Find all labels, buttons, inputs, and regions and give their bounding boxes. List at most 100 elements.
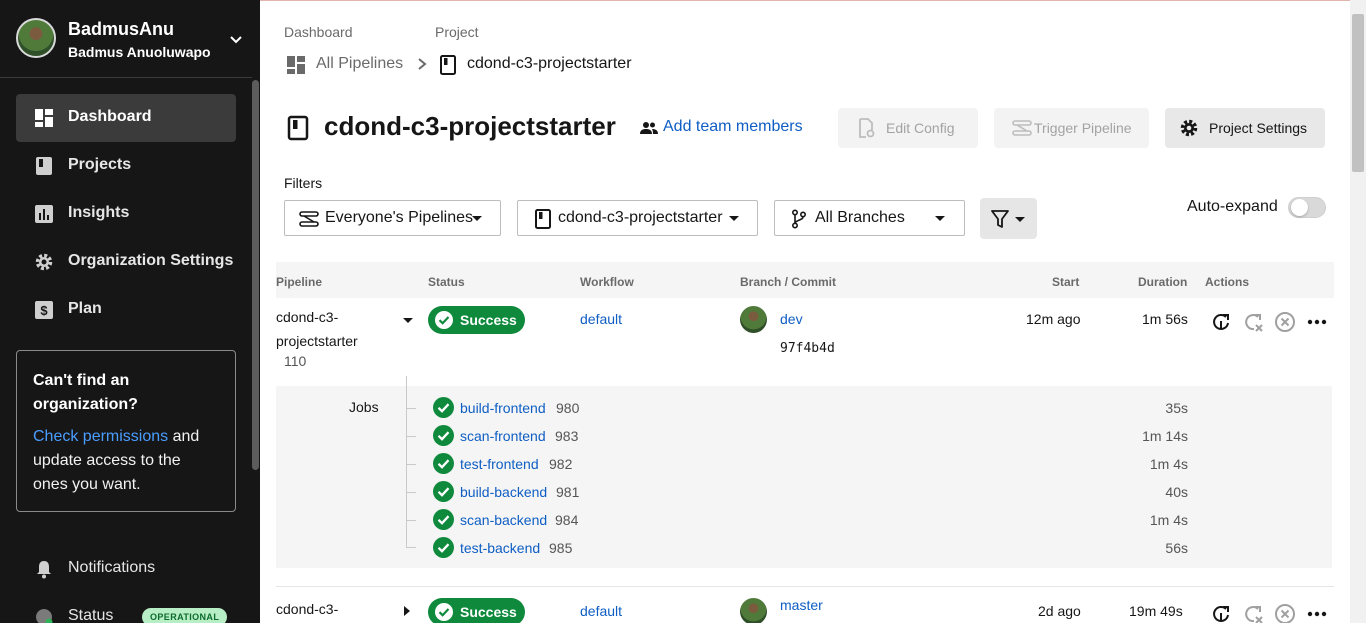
more-icon[interactable] bbox=[1306, 603, 1328, 623]
caret-down-icon bbox=[472, 216, 482, 221]
sidebar-item-organization-settings[interactable]: Organization Settings bbox=[16, 238, 236, 286]
branch-link[interactable]: master bbox=[780, 597, 823, 613]
user-menu[interactable]: BadmusAnu Badmus Anuoluwapo bbox=[0, 0, 252, 78]
rerun-failed-icon[interactable] bbox=[1242, 311, 1264, 333]
cancel-icon[interactable] bbox=[1274, 603, 1296, 623]
edit-config-button[interactable]: Edit Config bbox=[838, 108, 978, 148]
project-settings-label: Project Settings bbox=[1209, 120, 1308, 136]
avatar bbox=[740, 598, 767, 623]
pipeline-number[interactable]: 110 bbox=[284, 353, 306, 369]
job-name-link[interactable]: test-backend bbox=[460, 540, 540, 556]
collapse-caret-icon[interactable] bbox=[403, 318, 413, 323]
main-scrollbar-thumb[interactable] bbox=[1352, 14, 1364, 172]
branch-link[interactable]: dev bbox=[780, 311, 803, 327]
project-icon bbox=[535, 209, 551, 229]
workflow-link[interactable]: default bbox=[580, 603, 622, 619]
pipelines-filter-value: Everyone's Pipelines bbox=[325, 209, 474, 226]
pipeline-name[interactable]: cdond-c3- bbox=[276, 309, 338, 325]
edit-config-icon bbox=[859, 118, 875, 138]
job-number: 981 bbox=[556, 484, 580, 500]
job-tree-line bbox=[406, 376, 407, 548]
job-duration: 40s bbox=[1165, 484, 1188, 500]
gear-icon bbox=[1180, 119, 1198, 137]
chevron-down-icon[interactable] bbox=[228, 31, 244, 47]
sidebar-item-label: Projects bbox=[68, 156, 132, 173]
check-circle-icon bbox=[433, 453, 454, 474]
chevron-right-icon bbox=[418, 58, 427, 70]
pipelines-filter-select[interactable]: Everyone's Pipelines bbox=[284, 200, 501, 236]
sidebar-item-notifications[interactable]: Notifications bbox=[16, 554, 246, 584]
breadcrumb-all-pipelines[interactable]: All Pipelines bbox=[316, 55, 403, 73]
username: BadmusAnu bbox=[68, 19, 175, 39]
status-label: Success bbox=[460, 312, 517, 328]
job-name-link[interactable]: build-frontend bbox=[460, 400, 546, 416]
pipelines-icon bbox=[299, 211, 319, 227]
rerun-icon[interactable] bbox=[1210, 603, 1232, 623]
status-badge[interactable]: Success bbox=[428, 598, 525, 623]
branch-filter-value: All Branches bbox=[815, 209, 905, 226]
table-header: Pipeline Status Workflow Branch / Commit… bbox=[276, 262, 1334, 298]
branch-filter-select[interactable]: All Branches bbox=[774, 200, 965, 236]
more-icon[interactable] bbox=[1306, 311, 1328, 333]
branch-icon bbox=[791, 209, 807, 229]
advanced-filter-button[interactable] bbox=[980, 198, 1037, 239]
dashboard-icon bbox=[35, 109, 53, 127]
check-circle-icon bbox=[435, 603, 453, 621]
check-permissions-link[interactable]: Check permissions bbox=[33, 428, 168, 445]
caret-down-icon bbox=[935, 216, 945, 221]
job-name-link[interactable]: build-backend bbox=[460, 484, 547, 500]
auto-expand-toggle[interactable] bbox=[1288, 197, 1326, 218]
check-circle-icon bbox=[433, 425, 454, 446]
job-number: 985 bbox=[549, 540, 573, 556]
sidebar-item-plan[interactable]: $ Plan bbox=[16, 286, 236, 334]
check-circle-icon bbox=[435, 311, 453, 329]
workflow-link[interactable]: default bbox=[580, 311, 622, 327]
status-badge: OPERATIONAL bbox=[142, 608, 228, 623]
status-label: Status bbox=[68, 607, 114, 623]
pipeline-name[interactable]: cdond-c3- bbox=[276, 601, 338, 617]
notifications-label: Notifications bbox=[68, 559, 156, 576]
toggle-knob bbox=[1291, 199, 1308, 216]
sidebar-scrollbar-thumb[interactable] bbox=[252, 80, 259, 470]
breadcrumb-dashboard-label: Dashboard bbox=[284, 24, 353, 40]
sidebar-item-label: Dashboard bbox=[68, 108, 152, 125]
expand-caret-icon[interactable] bbox=[403, 606, 411, 616]
project-filter-select[interactable]: cdond-c3-projectstarter bbox=[517, 200, 758, 236]
auto-expand-label: Auto-expand bbox=[1187, 198, 1278, 215]
job-tree-branch bbox=[406, 408, 416, 409]
column-header: Status bbox=[428, 275, 465, 289]
org-help-card: Can't find an organization? Check permis… bbox=[16, 350, 236, 512]
sidebar-item-projects[interactable]: Projects bbox=[16, 142, 236, 190]
sidebar-item-label: Organization Settings bbox=[68, 252, 234, 269]
sidebar-item-insights[interactable]: Insights bbox=[16, 190, 236, 238]
check-circle-icon bbox=[433, 537, 454, 558]
check-circle-icon bbox=[433, 509, 454, 530]
status-badge[interactable]: Success bbox=[428, 306, 525, 334]
job-tree-branch bbox=[406, 492, 416, 493]
pipeline-name-cont[interactable]: projectstarter bbox=[276, 333, 358, 349]
project-icon bbox=[440, 55, 456, 75]
edit-config-label: Edit Config bbox=[886, 120, 955, 136]
column-header: Pipeline bbox=[276, 275, 323, 289]
rerun-icon[interactable] bbox=[1210, 311, 1232, 333]
column-header: Branch / Commit bbox=[740, 275, 837, 289]
project-filter-value: cdond-c3-projectstarter bbox=[558, 209, 723, 226]
job-duration: 35s bbox=[1165, 400, 1188, 416]
job-tree-branch bbox=[406, 520, 416, 521]
breadcrumb-project-name: cdond-c3-projectstarter bbox=[467, 55, 632, 72]
row-divider bbox=[276, 586, 1334, 587]
job-name-link[interactable]: test-frontend bbox=[460, 456, 539, 472]
duration: 1m 56s bbox=[1142, 311, 1188, 327]
sidebar-item-dashboard[interactable]: Dashboard bbox=[16, 94, 236, 142]
filters-label: Filters bbox=[284, 175, 323, 191]
trigger-pipeline-button[interactable]: Trigger Pipeline bbox=[994, 108, 1149, 148]
org-card-body: Check permissions and update access to t… bbox=[33, 425, 219, 497]
job-name-link[interactable]: scan-frontend bbox=[460, 428, 546, 444]
cancel-icon[interactable] bbox=[1274, 311, 1296, 333]
job-name-link[interactable]: scan-backend bbox=[460, 512, 547, 528]
commit-hash[interactable]: 97f4b4d bbox=[780, 341, 835, 356]
main-content: Dashboard Project All Pipelines cdond-c3… bbox=[260, 0, 1350, 623]
rerun-failed-icon[interactable] bbox=[1242, 603, 1264, 623]
project-settings-button[interactable]: Project Settings bbox=[1165, 108, 1325, 148]
sidebar-item-status[interactable]: Status OPERATIONAL bbox=[16, 602, 246, 623]
